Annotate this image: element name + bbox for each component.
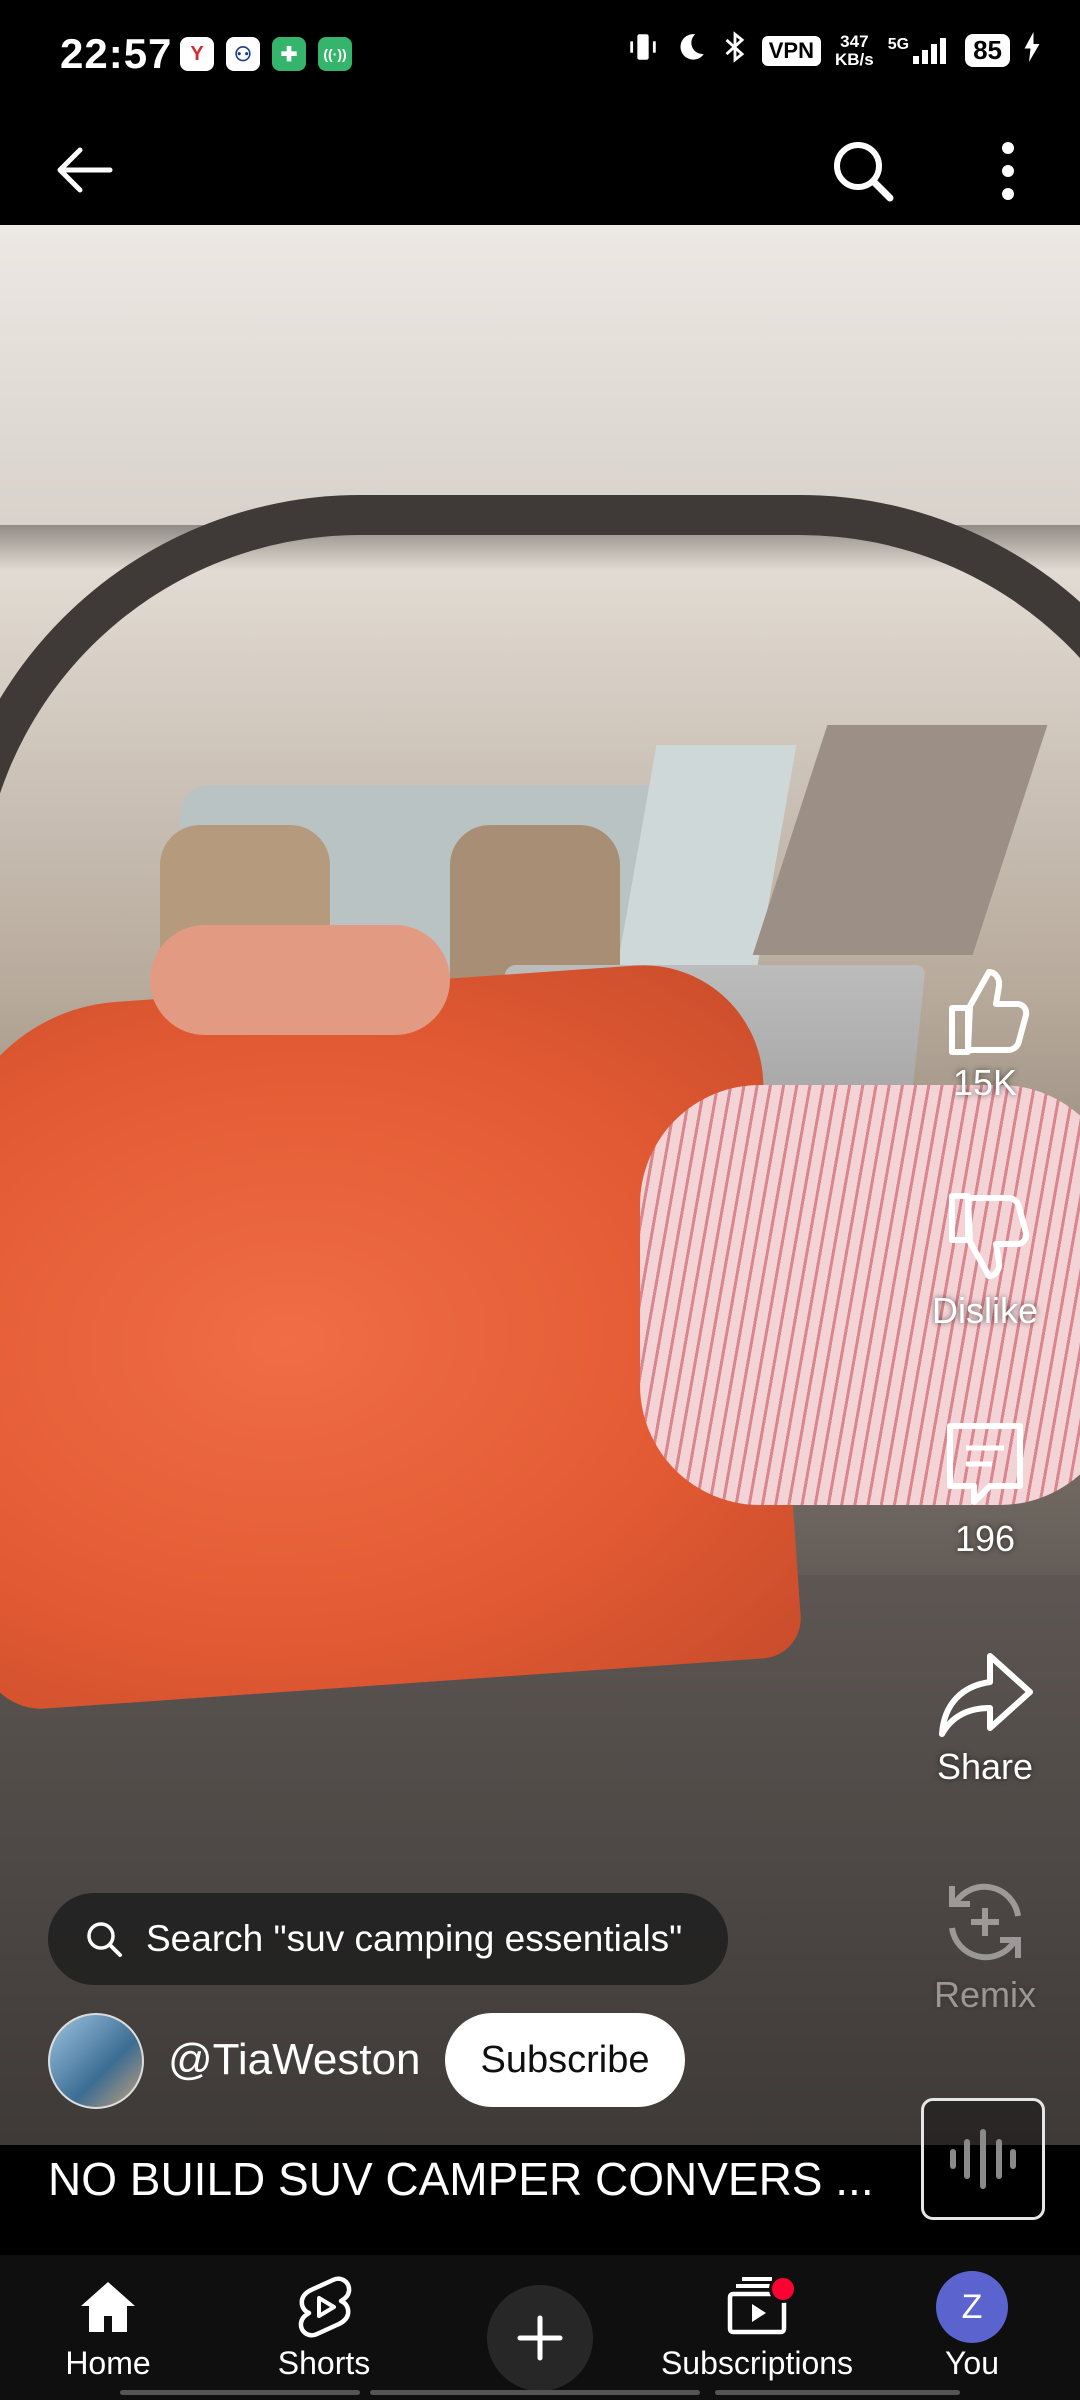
dislike-label: Dislike — [931, 1290, 1038, 1331]
status-bar: 22:57 Y ⚇ ✚ ((·)) VPN 347 KB/s 5G 85 — [0, 0, 1080, 110]
status-indicators: VPN 347 KB/s 5G 85 — [626, 30, 1040, 71]
moon-icon — [674, 30, 708, 71]
video-frame-pillow — [150, 925, 450, 1035]
nav-subscriptions-label: Subscriptions — [660, 2345, 854, 2381]
remix-label: Remix — [933, 1974, 1036, 2015]
bluetooth-icon — [722, 30, 748, 71]
comments-count: 196 — [954, 1518, 1016, 1559]
nav-home[interactable]: Home — [8, 2267, 208, 2382]
home-icon — [81, 2282, 135, 2332]
status-time: 22:57 — [60, 30, 173, 77]
create-button[interactable] — [487, 2285, 593, 2391]
thumbs-up-icon — [949, 969, 1030, 1055]
share-button[interactable]: Share — [905, 1644, 1065, 1788]
nav-shorts[interactable]: Shorts — [224, 2267, 424, 2382]
subscribe-button[interactable]: Subscribe — [445, 2013, 685, 2107]
thumbs-down-icon — [949, 1193, 1030, 1279]
app-badge-icon: Y — [180, 37, 214, 71]
remix-button[interactable]: Remix — [905, 1872, 1065, 2016]
more-options-button[interactable] — [990, 138, 1026, 204]
shorts-icon — [298, 2276, 352, 2338]
nav-you-label: You — [945, 2345, 999, 2381]
gesture-segment — [370, 2390, 700, 2395]
video-title[interactable]: NO BUILD SUV CAMPER CONVERS ... — [48, 2152, 908, 2206]
gesture-bar — [0, 2390, 1080, 2396]
nav-you[interactable]: Z You — [872, 2267, 1072, 2382]
comments-button[interactable]: 196 — [905, 1416, 1065, 1560]
back-button[interactable] — [50, 140, 120, 200]
signal-icon: 5G — [888, 36, 951, 66]
search-suggestion-text: Search "suv camping essentials" — [146, 1918, 683, 1959]
remix-icon — [949, 1883, 1021, 1961]
audio-waveform-icon — [950, 2129, 1016, 2189]
arrow-left-icon — [57, 147, 113, 193]
nav-home-label: Home — [65, 2345, 151, 2381]
share-label: Share — [936, 1746, 1034, 1787]
nav-shorts-label: Shorts — [277, 2345, 371, 2381]
profile-avatar: Z — [936, 2271, 1008, 2343]
more-vert-icon — [1002, 142, 1014, 200]
sound-button[interactable] — [921, 2098, 1045, 2220]
nav-subscriptions[interactable]: Subscriptions — [657, 2267, 857, 2382]
app-badge-icon: ⚇ — [226, 37, 260, 71]
channel-handle[interactable]: @TiaWeston — [168, 2035, 421, 2085]
vpn-badge: VPN — [761, 35, 821, 66]
gesture-segment — [715, 2390, 960, 2395]
app-badge-icon: ((·)) — [318, 37, 352, 71]
channel-avatar[interactable] — [48, 2013, 144, 2109]
battery-level: 85 — [965, 34, 1010, 67]
vibrate-icon — [626, 30, 660, 71]
like-count: 15K — [952, 1062, 1018, 1103]
search-button[interactable] — [830, 138, 896, 204]
comment-icon — [947, 1423, 1023, 1505]
dislike-button[interactable]: Dislike — [905, 1188, 1065, 1332]
charging-icon — [1024, 32, 1040, 69]
bottom-navigation: Home Shorts Subscriptions Z You — [0, 2255, 1080, 2400]
notification-dot — [769, 2275, 797, 2303]
short-video-player[interactable] — [0, 225, 1080, 2145]
network-speed: 347 KB/s — [835, 31, 874, 69]
like-button[interactable]: 15K — [905, 960, 1065, 1104]
video-frame-ceiling — [0, 225, 1080, 525]
gesture-segment — [120, 2390, 360, 2395]
top-app-bar — [0, 110, 1080, 225]
plus-icon — [517, 2315, 563, 2361]
notification-icons: Y ⚇ ✚ ((·)) — [180, 37, 352, 71]
search-suggestion-chip[interactable]: Search "suv camping essentials" — [48, 1893, 728, 1985]
search-icon — [834, 142, 894, 202]
share-icon — [939, 1653, 1033, 1737]
search-icon — [87, 1922, 122, 1957]
app-badge-icon: ✚ — [272, 37, 306, 71]
